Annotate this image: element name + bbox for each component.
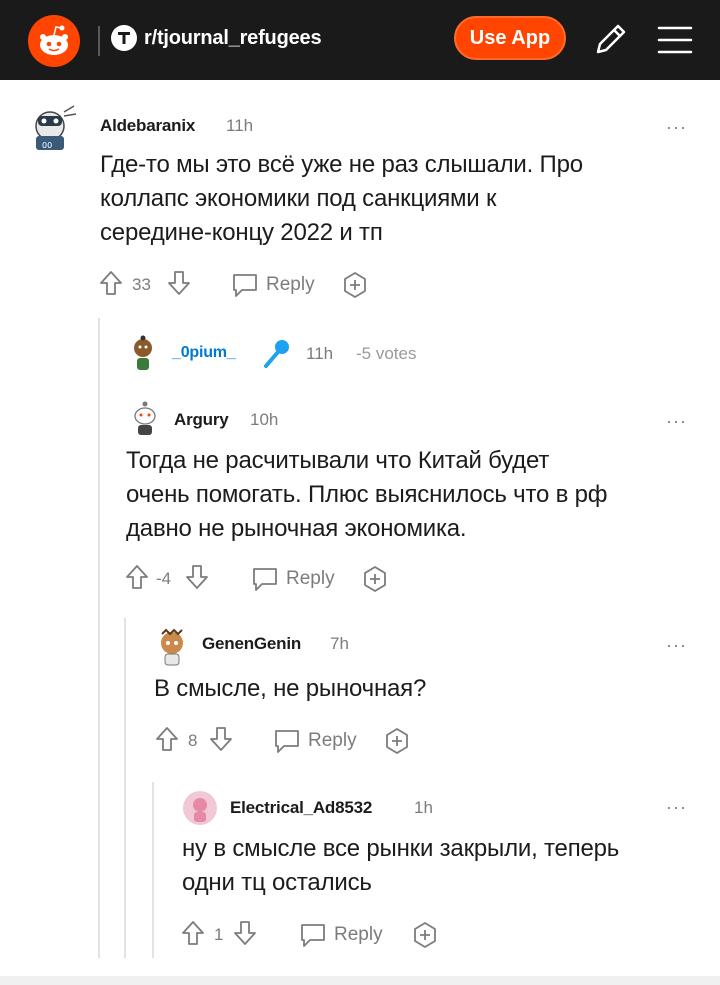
comment-time: 1h: [414, 798, 433, 817]
reddit-logo-icon[interactable]: [28, 15, 80, 67]
downvote-icon[interactable]: [208, 724, 234, 754]
avatar[interactable]: 00: [22, 102, 78, 157]
reply-icon[interactable]: [272, 727, 302, 755]
avatar[interactable]: [180, 788, 220, 833]
vote-score: 1: [214, 925, 224, 944]
comment-body: Тогда не расчитывали что Китай будет оче…: [126, 447, 608, 542]
reply-button[interactable]: Reply: [308, 724, 357, 758]
comment-actions: 1 Reply: [180, 918, 480, 952]
downvote-icon[interactable]: [166, 268, 192, 298]
upvote-icon[interactable]: [180, 918, 206, 948]
comment: 00 Aldebaranix 11h ··· Где-то мы это всё…: [0, 100, 720, 310]
more-options-icon[interactable]: ···: [666, 636, 687, 654]
comment-author[interactable]: GenenGenin: [202, 634, 301, 654]
reply-icon[interactable]: [250, 565, 280, 593]
vote-score: -4: [156, 569, 172, 588]
upvote-icon[interactable]: [98, 268, 124, 298]
pencil-icon[interactable]: [590, 22, 630, 63]
more-options-icon[interactable]: ···: [666, 412, 687, 430]
comment-collapsed[interactable]: _0pium_ 11h -5 votes: [0, 330, 720, 380]
comment-author[interactable]: Argury: [174, 410, 229, 430]
comment-author[interactable]: _0pium_: [172, 344, 236, 362]
bottom-divider: [0, 976, 720, 985]
subreddit-name[interactable]: r/tjournal_refugees: [144, 25, 322, 51]
comment-actions: 8 Reply: [154, 724, 454, 758]
comment-body: ну в смысле все рынки закрыли, теперь од…: [182, 835, 620, 896]
reply-icon[interactable]: [230, 271, 260, 299]
upvote-icon[interactable]: [154, 724, 180, 754]
avatar[interactable]: [128, 398, 162, 443]
comment: Argury 10h ··· Тогда не расчитывали что …: [0, 392, 720, 612]
svg-text:00: 00: [42, 141, 52, 150]
comment-actions: -4 Reply: [124, 562, 424, 596]
avatar[interactable]: [154, 628, 190, 673]
more-options-icon[interactable]: ···: [666, 118, 687, 136]
comment-time: 10h: [250, 410, 279, 429]
comment-body: Где-то мы это всё уже не раз слышали. Пр…: [100, 151, 583, 246]
reply-button[interactable]: Reply: [286, 562, 335, 596]
vote-score: 8: [188, 731, 198, 750]
avatar[interactable]: [128, 334, 158, 379]
microphone-icon: [262, 338, 292, 375]
award-icon[interactable]: [382, 726, 412, 756]
header-divider: [98, 26, 100, 56]
comment-author[interactable]: Aldebaranix: [100, 116, 195, 136]
subreddit-icon[interactable]: [111, 25, 137, 51]
comment-body: В смысле, не рыночная?: [154, 675, 427, 702]
top-header: r/tjournal_refugees Use App: [0, 0, 720, 80]
award-icon[interactable]: [410, 920, 440, 950]
award-icon[interactable]: [340, 270, 370, 300]
reply-icon[interactable]: [298, 921, 328, 949]
comment-actions: 33 Reply: [98, 268, 398, 302]
comment-time: 11h: [306, 344, 334, 363]
comment-time: 11h: [226, 116, 254, 135]
upvote-icon[interactable]: [124, 562, 150, 592]
comment: Electrical_Ad8532 1h ··· ну в смысле все…: [0, 786, 720, 966]
vote-score: 33: [132, 275, 151, 294]
comment: GenenGenin 7h ··· В смысле, не рыночная?…: [0, 624, 720, 774]
reply-button[interactable]: Reply: [266, 268, 315, 302]
comment-time: 7h: [330, 634, 349, 653]
comment-author[interactable]: Electrical_Ad8532: [230, 798, 372, 818]
reply-button[interactable]: Reply: [334, 918, 383, 952]
hamburger-menu-icon[interactable]: [655, 22, 695, 63]
award-icon[interactable]: [360, 564, 390, 594]
downvote-icon[interactable]: [232, 918, 258, 948]
use-app-button[interactable]: Use App: [454, 16, 566, 60]
downvote-icon[interactable]: [184, 562, 210, 592]
vote-count: -5 votes: [356, 344, 417, 363]
more-options-icon[interactable]: ···: [666, 798, 687, 816]
